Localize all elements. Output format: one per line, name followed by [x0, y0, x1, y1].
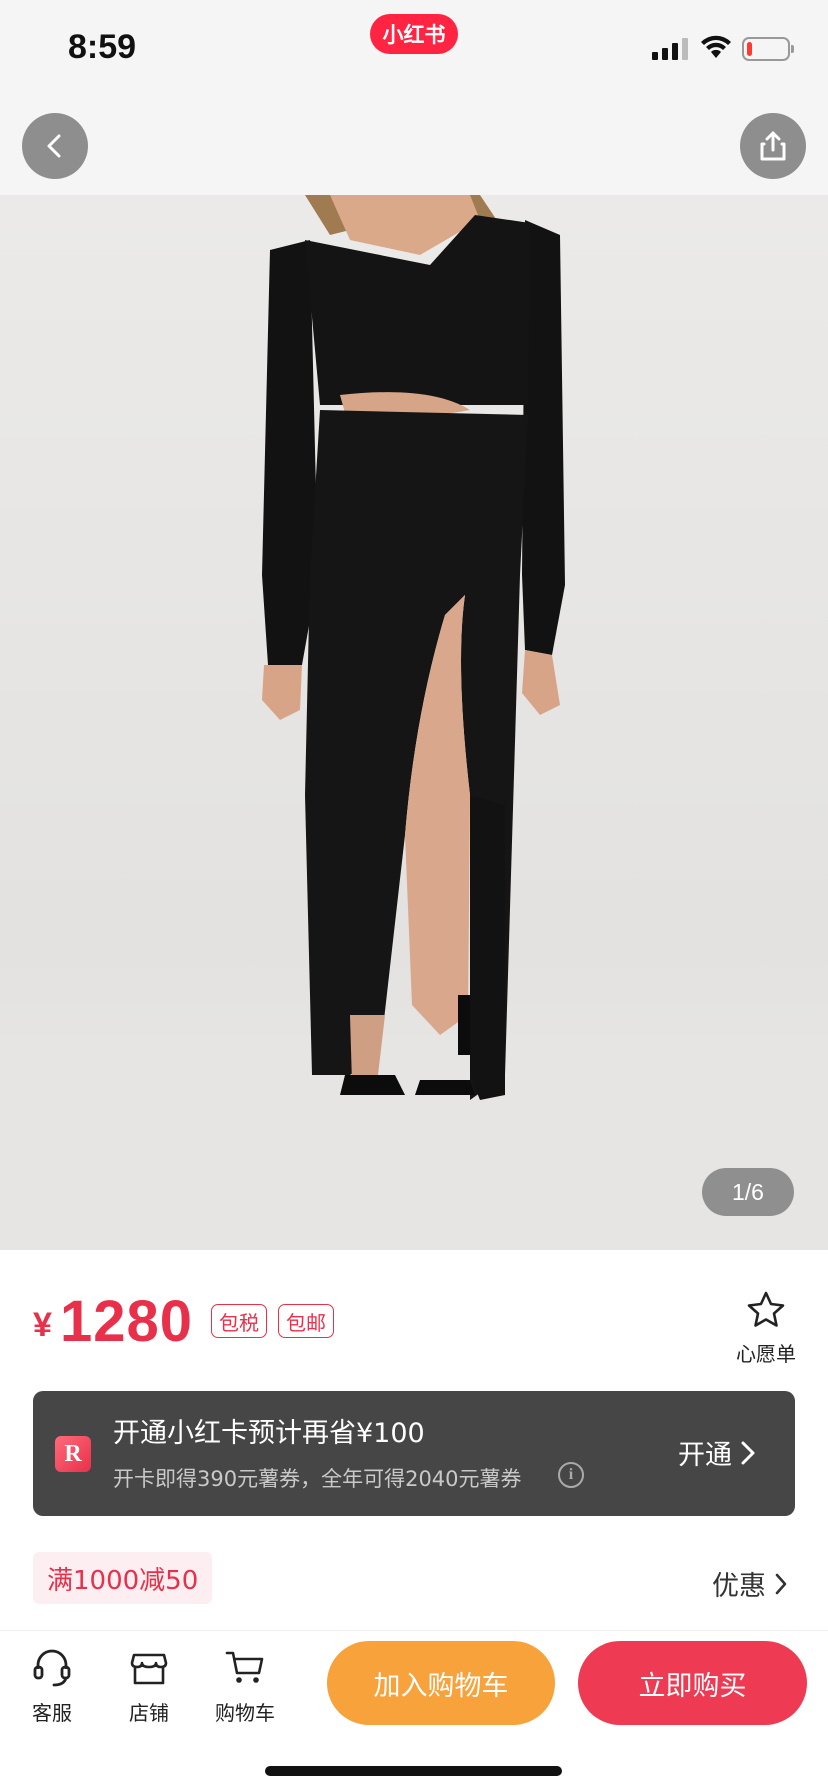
cart-icon — [225, 1651, 264, 1683]
cellular-signal-icon — [652, 38, 688, 60]
add-to-cart-button[interactable]: 加入购物车 — [327, 1641, 555, 1725]
price-currency: ¥ — [33, 1306, 52, 1344]
wifi-icon — [701, 35, 731, 58]
nav-bar — [0, 96, 828, 195]
battery-level — [747, 42, 752, 56]
app-badge: 小红书 — [370, 14, 458, 54]
star-icon — [747, 1291, 785, 1327]
price-value: 1280 — [60, 1289, 194, 1354]
chevron-right-icon — [775, 1573, 787, 1594]
tag-tax-included: 包税 — [211, 1304, 267, 1338]
open-member-card-button[interactable]: 开通 — [678, 1433, 756, 1472]
chevron-left-icon — [47, 134, 61, 158]
discount-more-label: 优惠 — [712, 1571, 766, 1602]
discount-chip: 满1000减50 — [33, 1552, 213, 1604]
cart-label: 购物车 — [215, 1701, 275, 1725]
cart-button[interactable]: 购物车 — [205, 1645, 285, 1726]
member-card-banner[interactable]: R 开通小红卡预计再省¥100 开卡即得390元薯券，全年可得2040元薯券 i… — [33, 1391, 795, 1516]
status-time: 8:59 — [68, 28, 137, 66]
wishlist-label: 心愿单 — [736, 1342, 796, 1366]
headset-icon — [33, 1649, 71, 1687]
store-label: 店铺 — [129, 1701, 169, 1725]
battery-icon — [742, 37, 794, 61]
dress-photo — [0, 195, 828, 1250]
share-icon — [760, 131, 786, 161]
wishlist-button[interactable]: 心愿单 — [730, 1290, 802, 1367]
open-member-card-label: 开通 — [678, 1440, 732, 1471]
share-button[interactable] — [740, 113, 806, 179]
back-button[interactable] — [22, 113, 88, 179]
member-card-subtitle: 开卡即得390元薯券，全年可得2040元薯券 — [113, 1467, 522, 1491]
store-button[interactable]: 店铺 — [109, 1645, 189, 1726]
discount-row[interactable]: 满1000减50 优惠 — [0, 1536, 828, 1628]
store-icon — [130, 1653, 168, 1685]
discount-more-button[interactable]: 优惠 — [712, 1564, 788, 1603]
customer-service-label: 客服 — [32, 1701, 72, 1725]
info-icon[interactable]: i — [558, 1462, 584, 1488]
status-bar: 8:59 小红书 — [0, 0, 828, 96]
home-indicator[interactable] — [265, 1766, 562, 1776]
gallery-page-indicator: 1/6 — [702, 1168, 794, 1216]
product-image[interactable]: 1/6 — [0, 195, 828, 1250]
member-card-title: 开通小红卡预计再省¥100 — [113, 1418, 425, 1449]
red-card-logo: R — [55, 1436, 91, 1472]
price-row: ¥ 1280 包税 包邮 心愿单 — [0, 1250, 828, 1380]
customer-service-button[interactable]: 客服 — [12, 1645, 92, 1726]
tag-free-shipping: 包邮 — [278, 1304, 334, 1338]
chevron-right-icon — [741, 1441, 755, 1464]
buy-now-button[interactable]: 立即购买 — [578, 1641, 807, 1725]
bottom-action-bar: 客服 店铺 购物车 加入购物车 立即购买 — [0, 1630, 828, 1792]
